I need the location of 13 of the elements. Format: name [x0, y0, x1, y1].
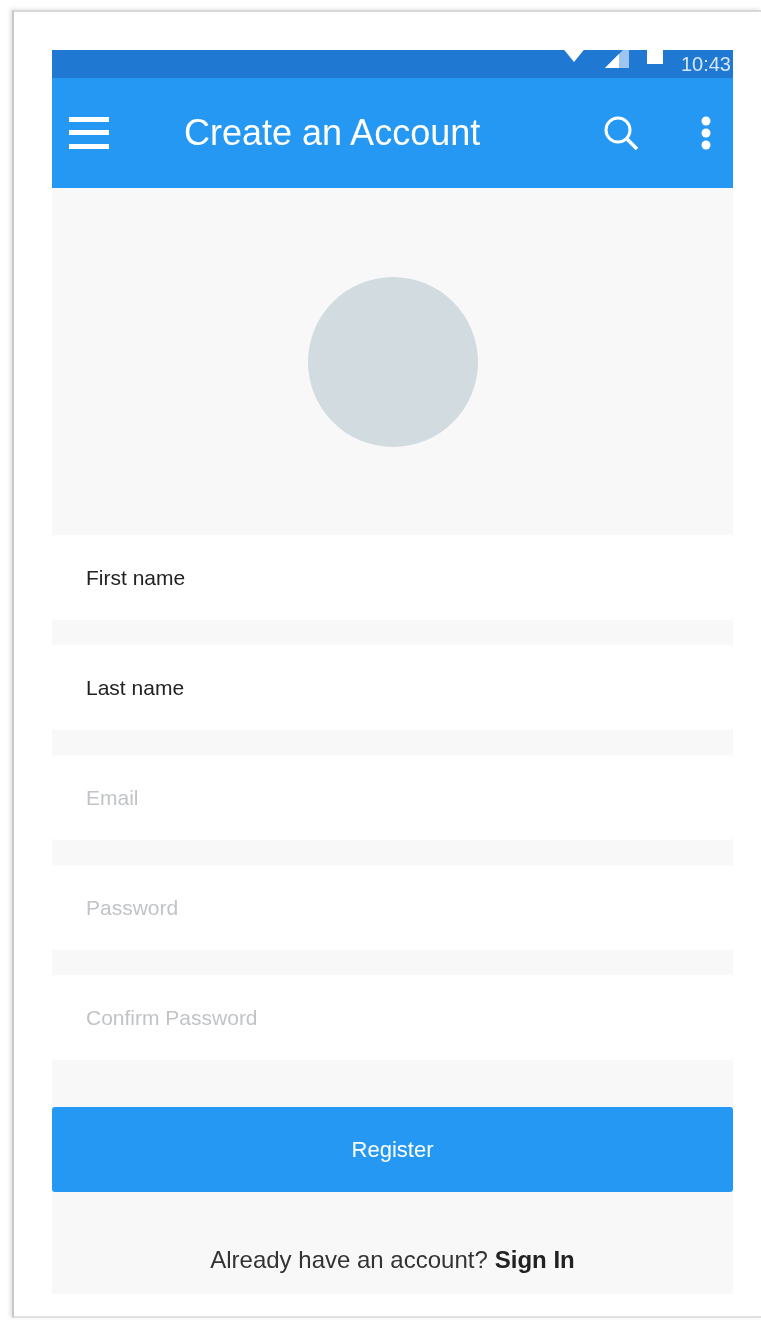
input-field[interactable]: Email [52, 755, 733, 840]
app-title: Create an Account [184, 112, 481, 154]
input-field[interactable]: Last name [52, 645, 733, 730]
more-icon[interactable] [701, 116, 711, 150]
sign-in-link[interactable]: Sign In [494, 1246, 575, 1274]
input-field[interactable]: First name [52, 535, 733, 620]
menu-icon[interactable] [69, 117, 109, 149]
input-field[interactable]: Confirm Password [52, 975, 733, 1060]
input-field[interactable]: Password [52, 865, 733, 950]
search-icon[interactable] [603, 115, 639, 151]
signal-icon [604, 50, 629, 68]
sign-in-prompt: Already have an account? [210, 1246, 488, 1274]
status-time: 10:43 [680, 52, 731, 76]
